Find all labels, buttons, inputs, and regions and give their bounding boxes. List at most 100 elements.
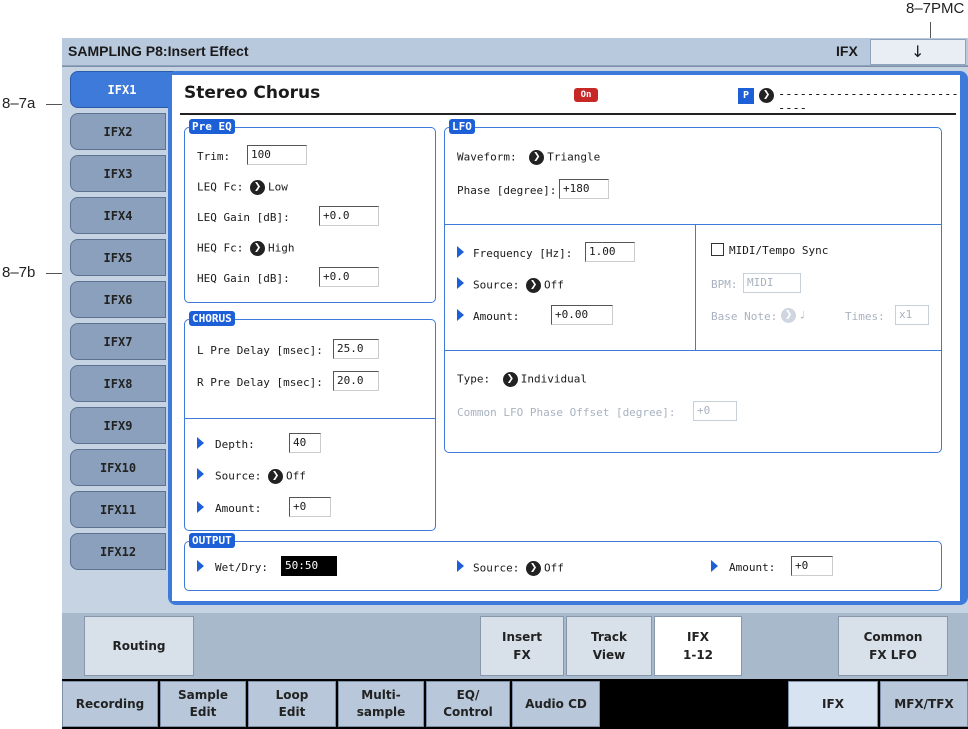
play-right-icon <box>457 560 464 572</box>
wetdry-label: Wet/Dry: <box>215 561 268 574</box>
phase-label: Phase [degree]: <box>457 184 557 197</box>
chevron-right-icon[interactable]: ❯ <box>249 180 265 195</box>
heq-fc-value[interactable]: High <box>268 242 295 255</box>
chevron-right-icon[interactable]: ❯ <box>249 241 265 256</box>
tab-routing[interactable]: Routing <box>84 616 194 676</box>
tab-common-fx-lfo[interactable]: Common FX LFO <box>838 616 948 676</box>
mode-tab-bar: Recording Sample Edit Loop Edit Multi- s… <box>62 679 968 729</box>
tab-ifx-mode[interactable]: IFX <box>788 681 878 727</box>
frequency-label: Frequency [Hz]: <box>473 247 573 260</box>
heq-gain-label: HEQ Gain [dB]: <box>197 272 290 285</box>
chevron-right-icon[interactable]: ❯ <box>759 88 774 103</box>
output-box: OUTPUT Wet/Dry: 50:50 Source: ❯ Off Amoun… <box>184 533 942 591</box>
pre-eq-box: Pre EQ Trim: 100 LEQ Fc: ❯ Low LEQ Gain [… <box>184 119 436 303</box>
tab-ifx9[interactable]: IFX9 <box>70 407 166 444</box>
leq-fc-value[interactable]: Low <box>268 181 288 194</box>
chorus-box: CHORUS L Pre Delay [msec]: 25.0 R Pre De… <box>184 311 436 531</box>
chorus-amount-field[interactable]: +0 <box>289 497 331 517</box>
output-amount-label: Amount: <box>729 561 776 574</box>
output-source-value[interactable]: Off <box>544 562 564 575</box>
l-pre-delay-field[interactable]: 25.0 <box>333 339 379 359</box>
lfo-source-value[interactable]: Off <box>544 279 564 292</box>
tab-mfx-tfx[interactable]: MFX/TFX <box>880 681 968 727</box>
page-title: SAMPLING P8:Insert Effect <box>68 43 249 59</box>
tab-multisample[interactable]: Multi- sample <box>338 681 424 727</box>
tab-ifx-1-12[interactable]: IFX 1-12 <box>654 616 742 676</box>
output-amount-field[interactable]: +0 <box>791 556 833 576</box>
tab-ifx6[interactable]: IFX6 <box>70 281 166 318</box>
tab-ifx3[interactable]: IFX3 <box>70 155 166 192</box>
lfo-divider-2 <box>445 350 941 351</box>
trim-field[interactable]: 100 <box>247 145 307 165</box>
lfo-divider-v <box>695 224 696 350</box>
page-menu-button[interactable]: ↓ <box>870 39 966 65</box>
chorus-label: CHORUS <box>189 311 235 326</box>
depth-field[interactable]: 40 <box>289 433 321 453</box>
lfo-box: LFO Waveform: ❯ Triangle Phase [degree]: … <box>444 119 942 453</box>
page-label: IFX <box>836 43 858 59</box>
lfo-label: LFO <box>449 119 475 134</box>
r-pre-delay-field[interactable]: 20.0 <box>333 371 379 391</box>
chevron-right-icon[interactable]: ❯ <box>267 469 283 484</box>
tab-ifx12[interactable]: IFX12 <box>70 533 166 570</box>
tab-eq-control[interactable]: EQ/ Control <box>426 681 510 727</box>
play-right-icon <box>197 468 204 480</box>
common-phase-field[interactable]: +0 <box>693 401 737 421</box>
tab-insert-fx[interactable]: Insert FX <box>480 616 564 676</box>
waveform-value[interactable]: Triangle <box>547 151 600 164</box>
effect-on-badge[interactable]: On <box>574 88 598 102</box>
phase-field[interactable]: +180 <box>559 179 609 199</box>
lfo-divider-1 <box>445 224 941 225</box>
effect-panel: Stereo Chorus On P ❯ -------------------… <box>172 75 960 601</box>
effect-name[interactable]: Stereo Chorus <box>184 83 320 103</box>
tab-ifx10[interactable]: IFX10 <box>70 449 166 486</box>
tab-ifx1[interactable]: IFX1 <box>70 71 174 108</box>
frequency-field[interactable]: 1.00 <box>585 242 635 262</box>
leq-fc-label: LEQ Fc: ❯ Low <box>197 180 288 195</box>
tab-sample-edit[interactable]: Sample Edit <box>160 681 246 727</box>
tab-ifx8[interactable]: IFX8 <box>70 365 166 402</box>
times-field[interactable]: x1 <box>895 305 929 325</box>
l-pre-delay-label: L Pre Delay [msec]: <box>197 344 323 357</box>
output-source-label: Source: ❯ Off <box>473 561 564 576</box>
tab-ifx2[interactable]: IFX2 <box>70 113 166 150</box>
r-pre-delay-label: R Pre Delay [msec]: <box>197 376 323 389</box>
chorus-source-value[interactable]: Off <box>286 470 306 483</box>
tab-ifx5[interactable]: IFX5 <box>70 239 166 276</box>
chevron-right-icon[interactable]: ❯ <box>525 278 541 293</box>
dynamic-mod-dashes: ----------------------------- <box>778 87 959 115</box>
p-badge: P <box>738 88 754 104</box>
callout-a: 8–7a <box>2 95 36 112</box>
tab-recording[interactable]: Recording <box>62 681 158 727</box>
leq-gain-label: LEQ Gain [dB]: <box>197 211 290 224</box>
tab-audio-cd[interactable]: Audio CD <box>512 681 600 727</box>
main-area: IFX1 IFX2 IFX3 IFX4 IFX5 IFX6 IFX7 IFX8 … <box>62 67 968 613</box>
tab-ifx7[interactable]: IFX7 <box>70 323 166 360</box>
midi-sync-label: MIDI/Tempo Sync <box>729 244 829 257</box>
chevron-right-icon[interactable]: ❯ <box>525 561 541 576</box>
title-bar: SAMPLING P8:Insert Effect IFX ↓ <box>62 38 968 66</box>
midi-sync-checkbox[interactable] <box>711 243 724 256</box>
type-label: Type: ❯ Individual <box>457 372 587 387</box>
chevron-right-icon[interactable]: ❯ <box>502 372 518 387</box>
chevron-right-icon[interactable]: ❯ <box>529 150 545 165</box>
waveform-label: Waveform: ❯ Triangle <box>457 150 601 165</box>
tab-track-view[interactable]: Track View <box>566 616 652 676</box>
chevron-right-icon: ❯ <box>781 308 796 323</box>
lfo-amount-field[interactable]: +0.00 <box>551 305 613 325</box>
base-note-label: Base Note: <box>711 310 778 323</box>
tab-ifx4[interactable]: IFX4 <box>70 197 166 234</box>
sub-tab-bar: Routing Insert FX Track View IFX 1-12 Co… <box>62 613 968 679</box>
bpm-field[interactable]: MIDI <box>743 273 801 293</box>
play-right-icon <box>457 277 464 289</box>
tab-loop-edit[interactable]: Loop Edit <box>248 681 336 727</box>
type-value[interactable]: Individual <box>521 373 587 386</box>
output-label: OUTPUT <box>189 533 235 548</box>
lfo-amount-label: Amount: <box>473 310 520 323</box>
tab-ifx11[interactable]: IFX11 <box>70 491 166 528</box>
base-note-value[interactable]: ❯ ♩ <box>781 308 806 323</box>
heq-gain-field[interactable]: +0.0 <box>319 267 379 287</box>
wetdry-field[interactable]: 50:50 <box>281 556 337 576</box>
leq-gain-field[interactable]: +0.0 <box>319 206 379 226</box>
depth-label: Depth: <box>215 438 255 451</box>
